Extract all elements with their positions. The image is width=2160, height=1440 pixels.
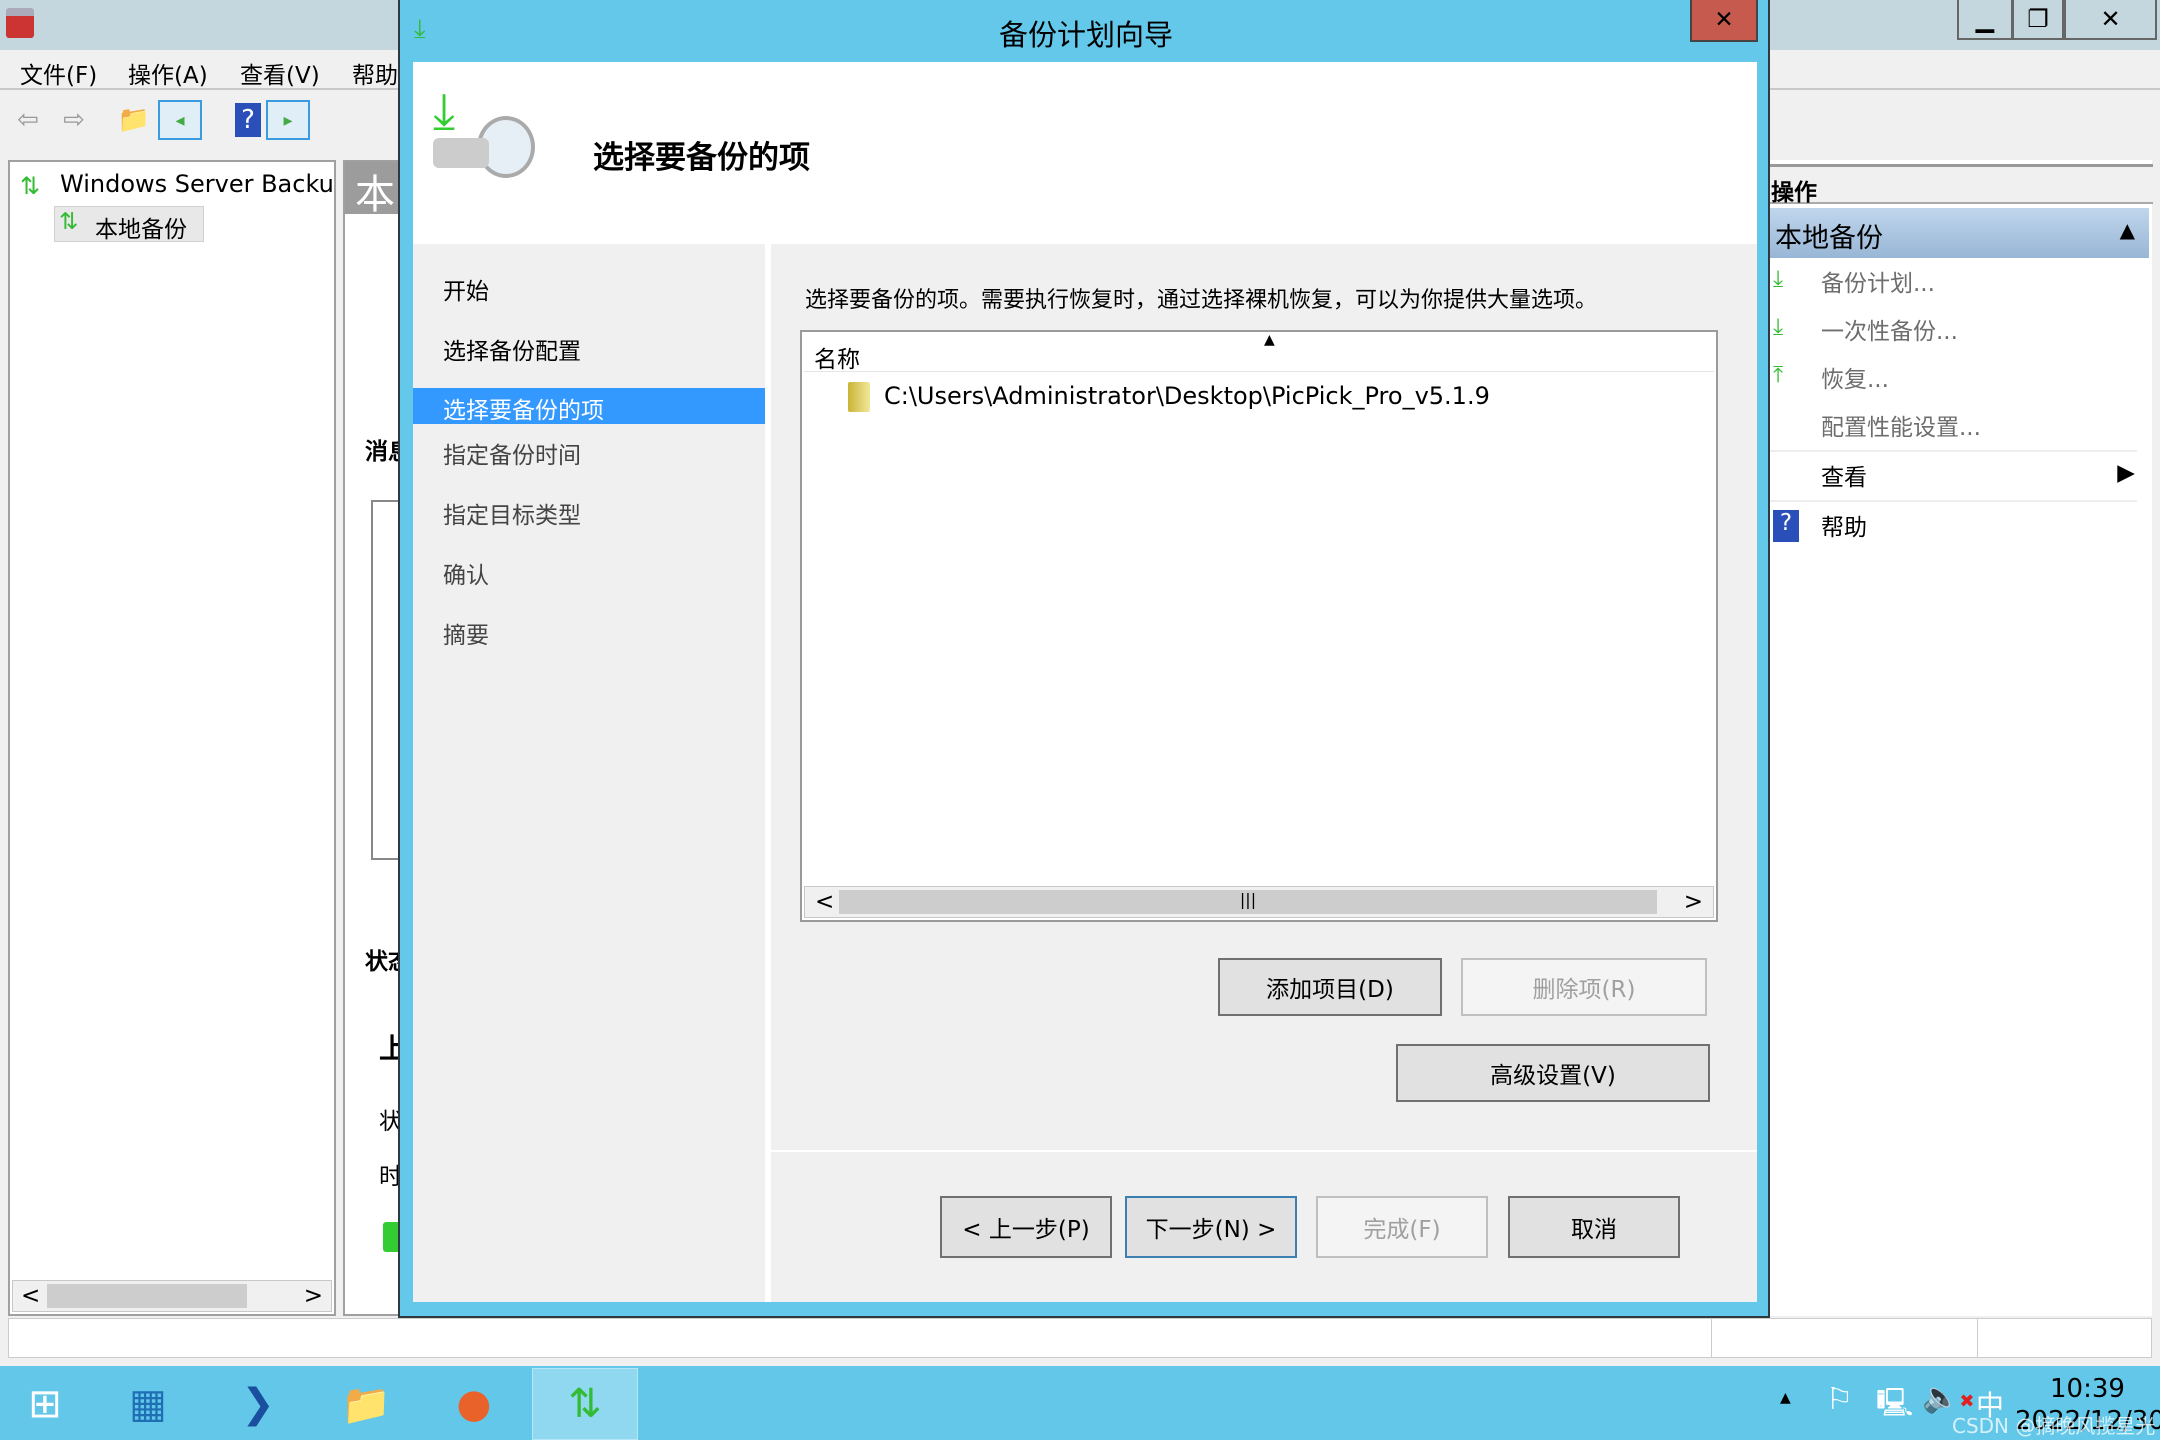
dialog-title: 备份计划向导 xyxy=(998,18,1173,52)
forward-arrow-icon[interactable]: ⇨ xyxy=(52,100,96,140)
backup-icon: ⇅ xyxy=(20,172,41,200)
action-label: 恢复... xyxy=(1821,367,1889,393)
step-destination-type: 指定目标类型 xyxy=(443,503,581,529)
backup-schedule-icon: ⤓ xyxy=(1773,266,1784,292)
app-toolbox-icon xyxy=(6,8,34,38)
network-icon[interactable]: 🖳 xyxy=(1876,1382,1913,1430)
action-label: 帮助 xyxy=(1821,515,1867,541)
backup-schedule-wizard: ⤓ 备份计划向导 ✕ ⤓ 选择要备份的项 开始 选择备份配置 选择要备份的项 指… xyxy=(398,0,1770,1318)
show-action-pane-icon[interactable]: ▸ xyxy=(266,100,310,140)
horizontal-scrollbar[interactable]: < > xyxy=(12,1280,332,1312)
menu-view[interactable]: 查看(V) xyxy=(240,56,320,90)
actions-group-header[interactable]: 本地备份 ▲ xyxy=(1769,208,2149,258)
wizard-steps: 开始 选择备份配置 选择要备份的项 指定备份时间 指定目标类型 确认 摘要 xyxy=(413,244,765,1302)
scroll-right-icon[interactable]: > xyxy=(1684,889,1703,915)
back-button[interactable]: < 上一步(P) xyxy=(940,1196,1112,1258)
help-icon[interactable]: ? xyxy=(226,100,270,140)
action-recover[interactable]: ⤒ 恢复... xyxy=(1769,360,2149,400)
recover-icon: ⤒ xyxy=(1773,362,1784,388)
action-backup-once[interactable]: ⤓ 一次性备份... xyxy=(1769,312,2149,352)
action-label: 一次性备份... xyxy=(1821,319,1958,345)
sort-ascending-icon: ▲ xyxy=(1264,332,1275,348)
maximize-button[interactable]: ❐ xyxy=(2012,0,2064,40)
backup-once-icon: ⤓ xyxy=(1773,314,1784,340)
show-console-tree-icon[interactable]: ◂ xyxy=(158,100,202,140)
actions-header: 操作 xyxy=(1769,164,2153,206)
cancel-button[interactable]: 取消 xyxy=(1508,1196,1680,1258)
wizard-header: ⤓ 选择要备份的项 xyxy=(413,62,1757,244)
scroll-thumb[interactable]: ||| xyxy=(839,890,1657,914)
scroll-left-icon[interactable]: < xyxy=(815,889,834,915)
status-bar xyxy=(8,1318,2152,1358)
action-backup-schedule[interactable]: ⤓ 备份计划... xyxy=(1769,264,2149,304)
tree-item-label: 本地备份 xyxy=(95,217,187,243)
group-label: 本地备份 xyxy=(1775,223,1883,254)
item-path: C:\Users\Administrator\Desktop\PicPick_P… xyxy=(884,382,1490,410)
start-button[interactable]: ⊞ xyxy=(0,1368,90,1440)
advanced-settings-button[interactable]: 高级设置(V) xyxy=(1396,1044,1710,1102)
close-button[interactable]: ✕ xyxy=(2064,0,2157,40)
action-performance-settings[interactable]: 配置性能设置... xyxy=(1769,408,2149,448)
submenu-arrow-icon: ▶ xyxy=(2117,460,2135,486)
page-heading: 选择要备份的项 xyxy=(593,140,810,176)
action-center-flag-icon[interactable]: ⚐ xyxy=(1826,1382,1853,1417)
next-button[interactable]: 下一步(N) > xyxy=(1125,1196,1297,1258)
dialog-close-button[interactable]: ✕ xyxy=(1690,0,1758,42)
back-arrow-icon[interactable]: ⇦ xyxy=(6,100,50,140)
menu-file[interactable]: 文件(F) xyxy=(20,56,97,90)
step-start: 开始 xyxy=(443,279,489,305)
taskbar: ⊞ ▦ ❯ 📁 ● ⇅ ▲ ⚐ 🖳 🔈✖ 中 10:39 2022/12/30 … xyxy=(0,1366,2160,1440)
folder-icon xyxy=(848,382,870,412)
scroll-thumb[interactable] xyxy=(47,1284,247,1308)
scroll-left-icon[interactable]: < xyxy=(21,1283,40,1309)
finish-button[interactable]: 完成(F) xyxy=(1316,1196,1488,1258)
console-tree: ⇅ Windows Server Backup ⇅ 本地备份 < > xyxy=(8,160,336,1316)
column-label: 名称 xyxy=(814,347,860,373)
step-summary: 摘要 xyxy=(443,623,489,649)
tree-item-local-backup[interactable]: ⇅ 本地备份 xyxy=(54,206,204,243)
action-label: 配置性能设置... xyxy=(1821,415,1981,441)
column-header-name[interactable]: 名称 ▲ xyxy=(804,332,1714,373)
scroll-right-icon[interactable]: > xyxy=(304,1283,323,1309)
action-view[interactable]: 查看 ▶ xyxy=(1769,458,2149,498)
add-item-button[interactable]: 添加项目(D) xyxy=(1218,958,1442,1016)
clock-time[interactable]: 10:39 xyxy=(2050,1374,2125,1404)
divider xyxy=(1769,500,2137,502)
divider xyxy=(765,244,771,1302)
divider xyxy=(771,1150,1757,1152)
divider xyxy=(1769,450,2137,452)
actions-pane: 操作 本地备份 ▲ ⤓ 备份计划... ⤓ 一次性备份... ⤒ 恢复... 配… xyxy=(1768,160,2153,1316)
tree-root[interactable]: Windows Server Backup xyxy=(60,170,334,198)
collapse-icon[interactable]: ▲ xyxy=(2120,218,2135,242)
backup-icon: ⇅ xyxy=(59,209,79,235)
backup-clock-icon: ⤓ xyxy=(433,82,535,182)
menu-help[interactable]: 帮助 xyxy=(352,56,398,90)
windows-server-backup-taskbar-icon[interactable]: ⇅ xyxy=(532,1368,638,1440)
help-icon: ? xyxy=(1773,510,1799,542)
firefox-icon[interactable]: ● xyxy=(426,1368,522,1440)
menu-action[interactable]: 操作(A) xyxy=(128,56,208,90)
items-list: 名称 ▲ C:\Users\Administrator\Desktop\PicP… xyxy=(800,330,1718,922)
up-folder-icon[interactable]: 📁 xyxy=(112,100,156,140)
description-text: 选择要备份的项。需要执行恢复时，通过选择裸机恢复，可以为你提供大量选项。 xyxy=(805,288,1598,313)
step-backup-time: 指定备份时间 xyxy=(443,443,581,469)
minimize-button[interactable]: ▁ xyxy=(1957,0,2013,40)
file-explorer-icon[interactable]: 📁 xyxy=(318,1368,414,1440)
powershell-icon[interactable]: ❯ xyxy=(210,1368,306,1440)
action-label: 查看 xyxy=(1821,465,1867,491)
remove-item-button[interactable]: 删除项(R) xyxy=(1461,958,1707,1016)
horizontal-scrollbar[interactable]: < ||| > xyxy=(804,886,1714,918)
show-hidden-icons[interactable]: ▲ xyxy=(1780,1390,1791,1406)
watermark: CSDN @摘晚风揽星光 xyxy=(1952,1414,2156,1438)
server-manager-icon[interactable]: ▦ xyxy=(100,1368,196,1440)
wizard-body: ⤓ 选择要备份的项 开始 选择备份配置 选择要备份的项 指定备份时间 指定目标类… xyxy=(413,62,1757,1302)
step-backup-config: 选择备份配置 xyxy=(443,339,581,365)
step-select-items: 选择要备份的项 xyxy=(413,388,765,424)
action-help[interactable]: ? 帮助 xyxy=(1769,508,2149,548)
action-label: 备份计划... xyxy=(1821,271,1935,297)
step-confirm: 确认 xyxy=(443,563,489,589)
